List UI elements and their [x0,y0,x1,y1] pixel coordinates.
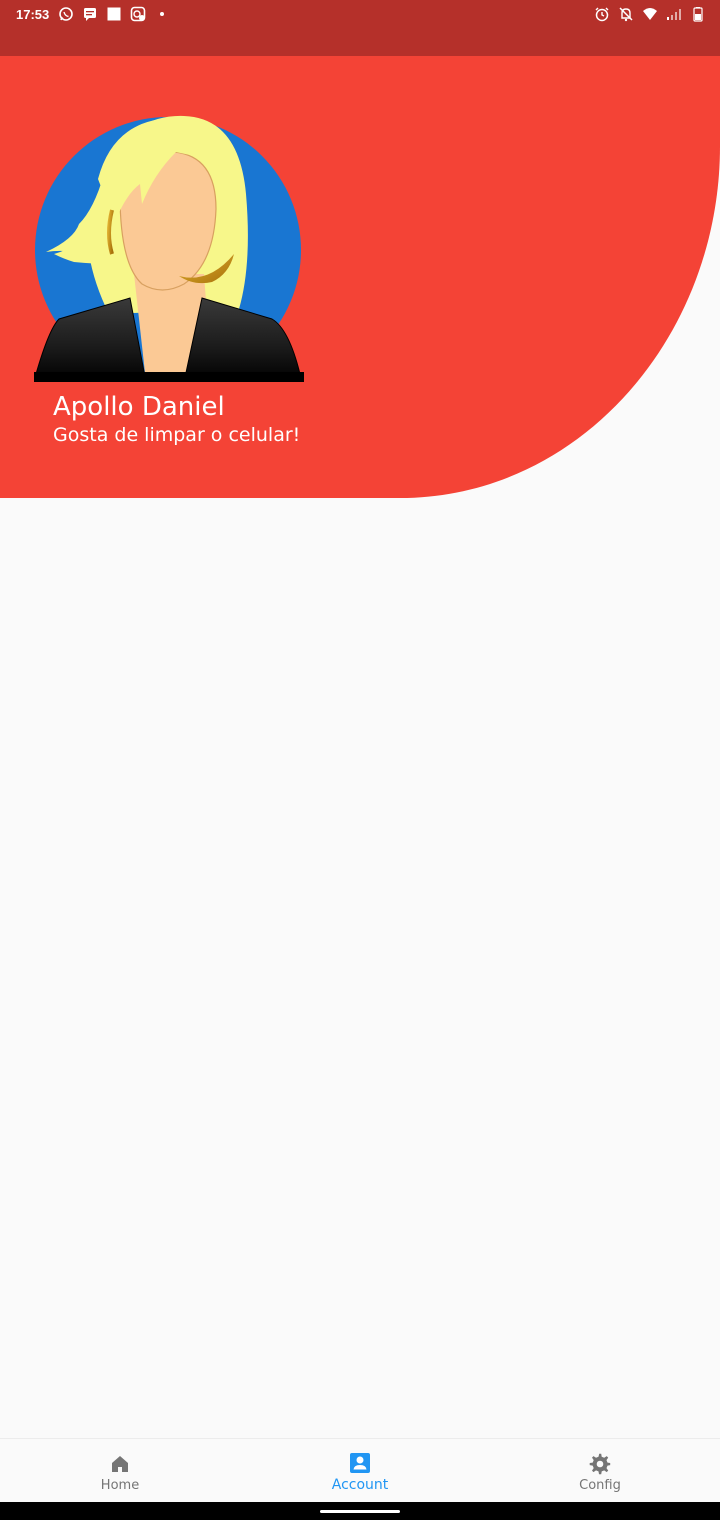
status-time: 17:53 [16,7,50,22]
wifi-icon [642,6,658,22]
profile-avatar [34,115,304,382]
profile-name: Apollo Daniel [53,392,225,422]
bottom-navigation: Home Account Config [0,1438,720,1503]
app-screen: 17:53 Apollo Daniel Gosta de limpar o ce… [0,0,720,1520]
status-notification-icons [58,6,170,22]
alarm-icon [594,6,610,22]
status-bar: 17:53 [0,0,720,56]
silent-bell-icon [618,6,634,22]
profile-bio: Gosta de limpar o celular! [53,424,301,446]
message-icon [82,6,98,22]
square-notification-icon [106,6,122,22]
system-gesture-bar [0,1502,720,1520]
more-dot-icon [154,6,170,22]
nav-item-config-label: Config [579,1477,621,1493]
home-icon [108,1452,132,1476]
battery-icon [690,6,706,22]
home-gesture-handle[interactable] [320,1510,400,1513]
app-notification-icon [130,6,146,22]
account-box-icon [348,1451,372,1475]
nav-item-home[interactable]: Home [0,1439,240,1503]
nav-item-home-label: Home [100,1477,140,1493]
nav-item-config[interactable]: Config [480,1439,720,1503]
nav-item-account-label: Account [331,1477,389,1493]
signal-icon [666,6,682,22]
whatsapp-icon [58,6,74,22]
gear-icon [588,1452,612,1476]
status-system-icons [594,6,706,22]
nav-item-account[interactable]: Account [240,1439,480,1503]
